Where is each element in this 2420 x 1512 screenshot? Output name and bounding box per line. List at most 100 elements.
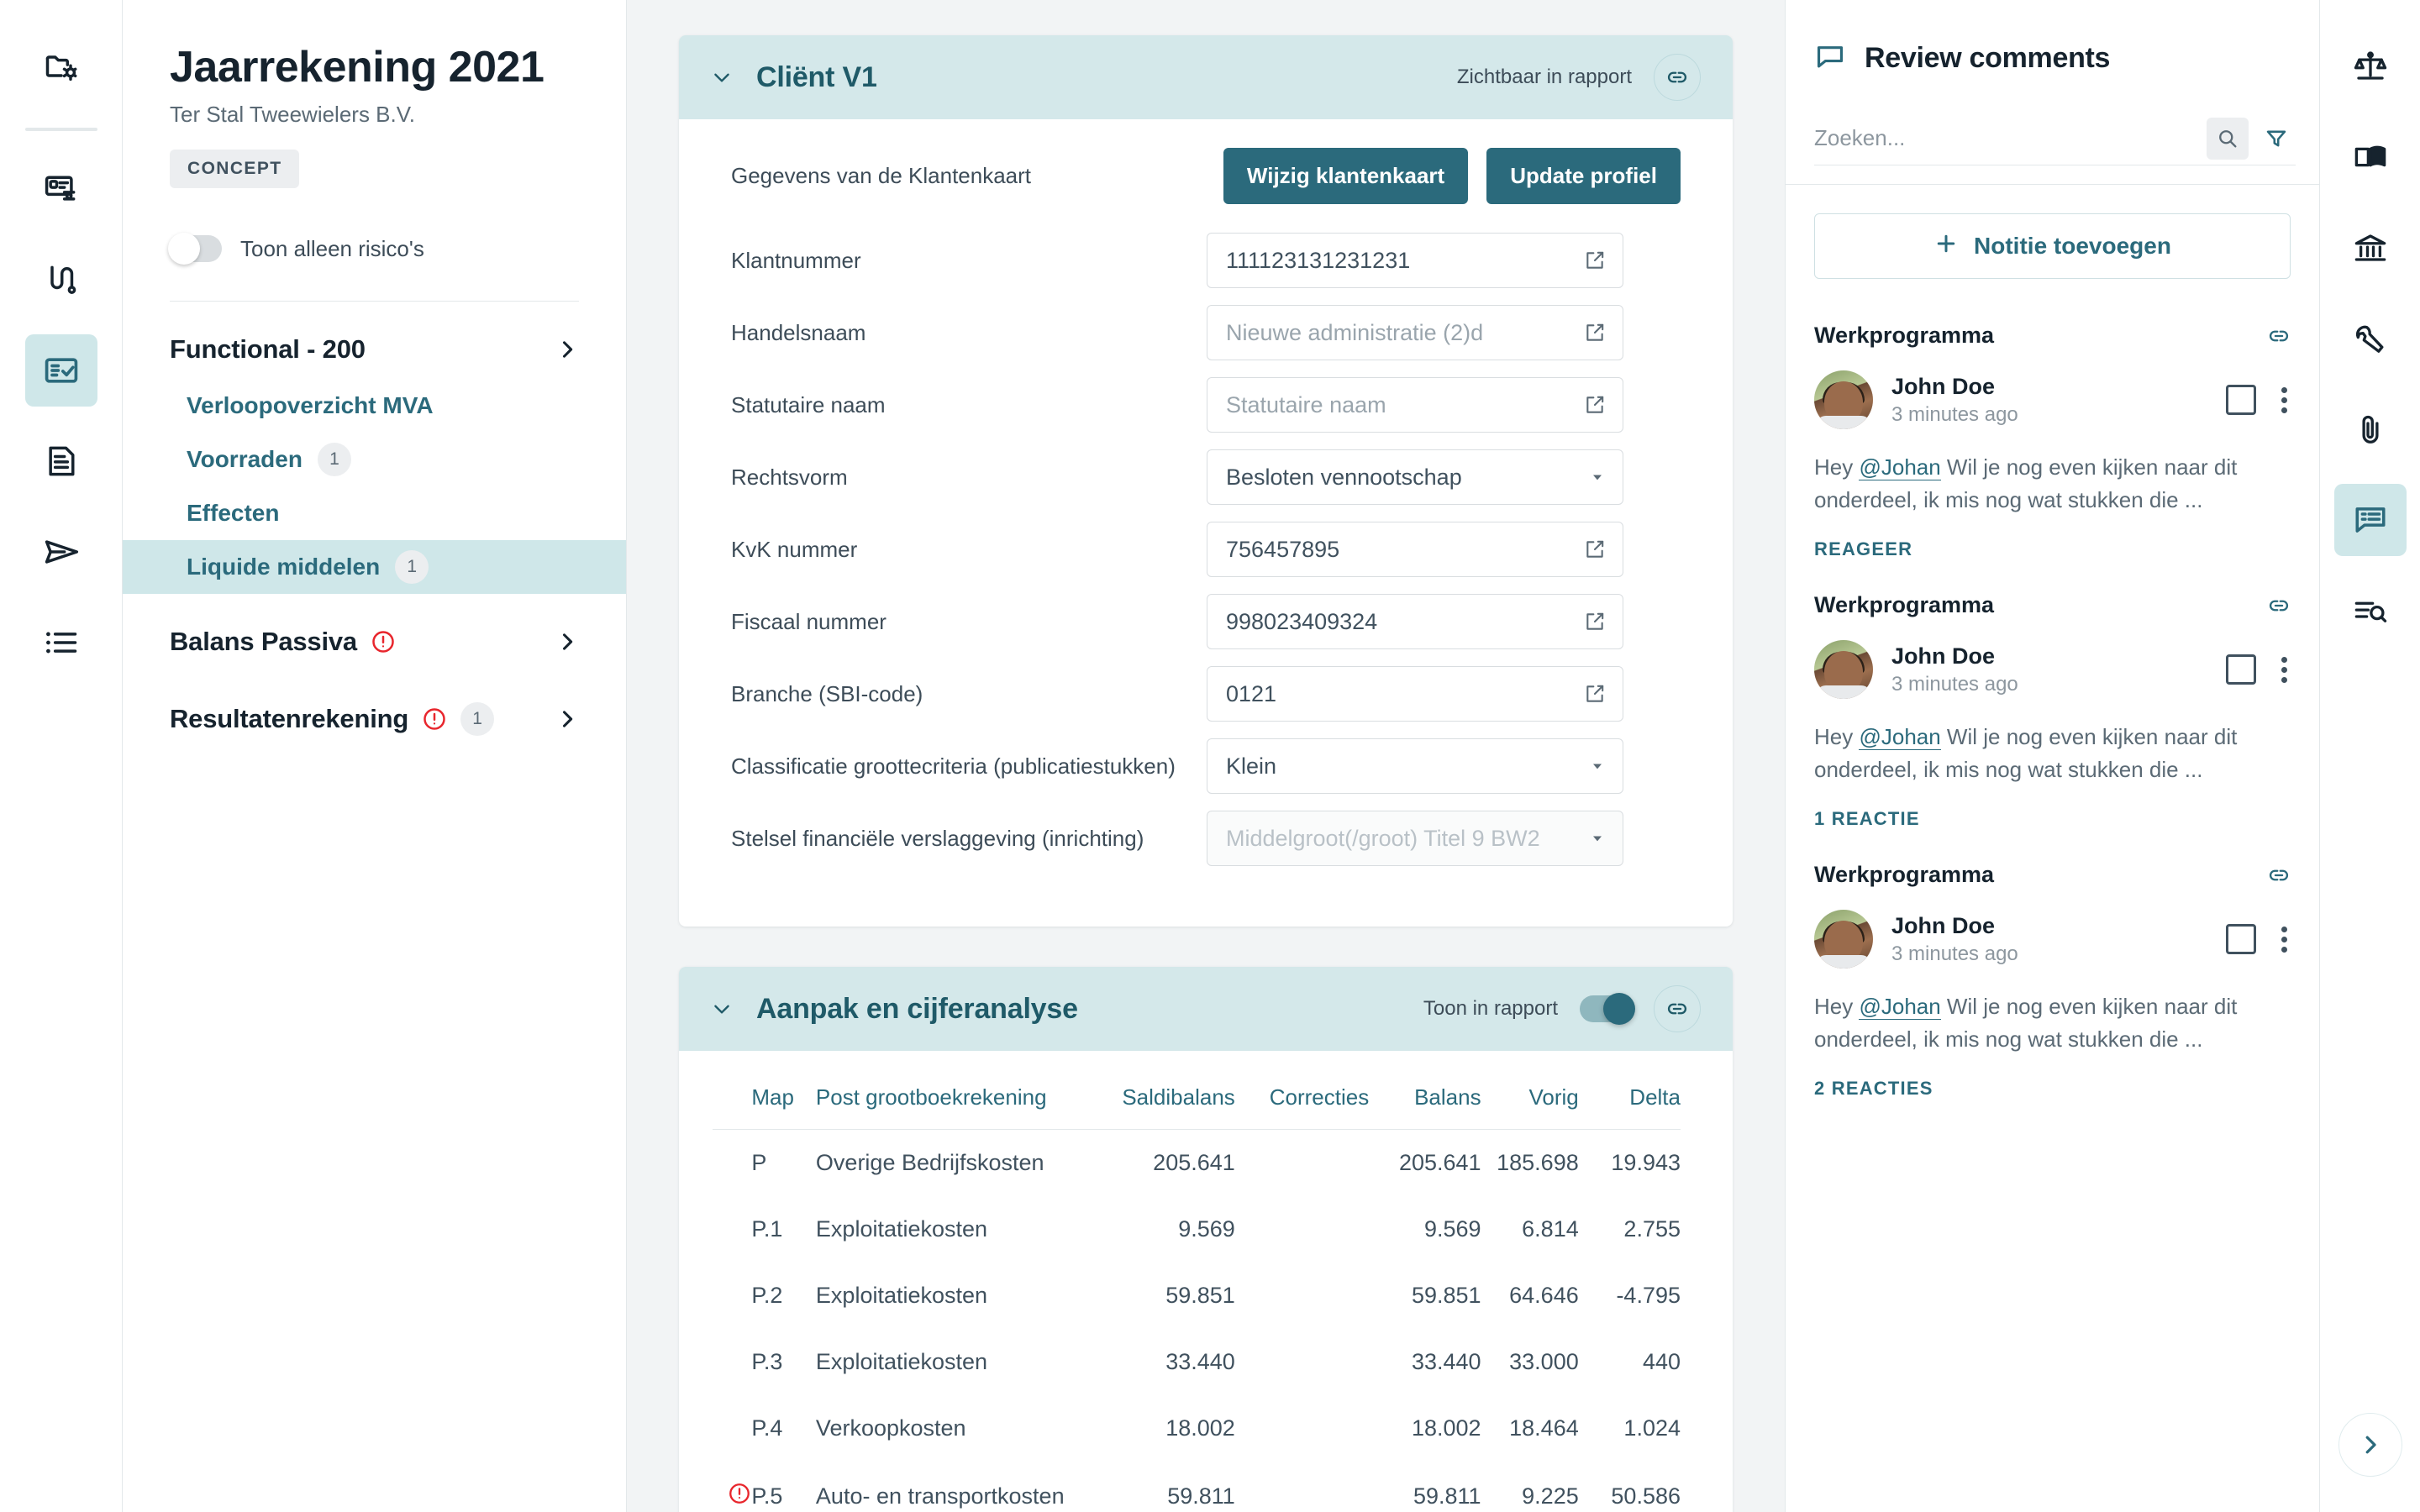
route-path-icon[interactable] [25,244,97,316]
comment-list-icon[interactable] [2333,484,2407,556]
sidebar-group-functional[interactable]: Functional - 200 [123,320,626,379]
link-icon[interactable] [1654,985,1701,1032]
text-field[interactable]: 756457895 [1207,522,1623,577]
edit-klantenkaart-button[interactable]: Wijzig klantenkaart [1223,148,1469,204]
more-options-icon[interactable] [2278,654,2291,686]
text-field[interactable]: Statutaire naam [1207,377,1623,433]
chevron-down-icon[interactable] [711,66,733,88]
table-cell-correcties [1235,1263,1369,1329]
table-row[interactable]: P.4 Verkoopkosten 18.002 18.002 18.464 1.024 [713,1395,1681,1462]
comment-footer-action[interactable]: REAGEER [1814,538,2291,560]
more-options-icon[interactable] [2278,923,2291,956]
id-card-link-icon[interactable] [25,153,97,225]
comment-body: Hey @Johan Wil je nog even kijken naar d… [1814,990,2291,1056]
filter-icon[interactable] [2257,119,2296,158]
risk-toggle-row: Toon alleen risico's [168,233,579,265]
field-row: Fiscaal nummer 998023409324 [731,594,1681,649]
comment-resolve-checkbox[interactable] [2226,924,2256,954]
status-badge: CONCEPT [170,150,300,189]
chevron-right-icon [555,630,579,654]
folder-settings-icon[interactable] [25,30,97,102]
row-flag-cell [713,1196,751,1263]
search-list-icon[interactable] [2334,575,2407,647]
table-row[interactable]: P.3 Exploitatiekosten 33.440 33.440 33.000 44… [713,1329,1681,1395]
send-icon[interactable] [25,516,97,588]
table-row[interactable]: P.1 Exploitatiekosten 9.569 9.569 6.814 2.755 [713,1196,1681,1263]
table-row[interactable]: P Overige Bedrijfskosten 205.641 205.641 185… [713,1130,1681,1197]
left-icon-rail [0,0,123,1512]
chevron-down-icon[interactable] [711,998,733,1020]
bank-icon[interactable] [2334,212,2407,284]
table-row[interactable]: P.2 Exploitatiekosten 59.851 59.851 64.646 -4… [713,1263,1681,1329]
chevron-down-icon[interactable] [1589,830,1606,847]
comment-mention[interactable]: @Johan [1859,994,1941,1020]
comment-resolve-checkbox[interactable] [2226,385,2256,415]
text-field[interactable]: 111123131231231 [1207,233,1623,288]
column-header: Delta [1578,1076,1681,1130]
table-cell-vorig: 64.646 [1509,1283,1579,1308]
chevron-down-icon[interactable] [1589,469,1606,486]
table-cell-map: P.1 [751,1216,783,1242]
add-note-button[interactable]: Notitie toevoegen [1814,213,2291,279]
text-field[interactable]: 0121 [1207,666,1623,722]
client-card-header[interactable]: Cliënt V1 Zichtbaar in rapport [679,35,1733,119]
edit-icon[interactable] [1584,538,1606,560]
more-options-icon[interactable] [2278,384,2291,417]
analysis-card-header[interactable]: Aanpak en cijferanalyse Toon in rapport [679,967,1733,1051]
open-book-icon[interactable] [2334,121,2407,193]
chevron-right-icon [555,338,579,361]
edit-icon[interactable] [1584,322,1606,344]
search-input[interactable] [1814,113,2198,163]
edit-icon[interactable] [1584,394,1606,416]
sidebar-group-balans-passiva[interactable]: Balans Passiva [123,612,626,671]
select-field[interactable]: Klein [1207,738,1623,794]
link-icon[interactable] [2267,594,2291,617]
search-icon[interactable] [2207,117,2249,160]
select-field[interactable]: Besloten vennootschap [1207,449,1623,505]
sidebar-item-voorraden[interactable]: Voorraden 1 [123,433,626,486]
link-icon[interactable] [1654,54,1701,101]
panel-collapse-button[interactable] [2338,1413,2402,1477]
comment-mention[interactable]: @Johan [1859,454,1941,480]
checklist-icon[interactable] [24,334,97,407]
show-in-report-toggle[interactable] [1580,993,1635,1025]
select-field[interactable]: Middelgroot(/groot) Titel 9 BW2 [1207,811,1623,866]
table-cell-delta: 1.024 [1623,1415,1681,1441]
field-value: Klein [1226,753,1277,779]
comment-resolve-checkbox[interactable] [2226,654,2256,685]
table-cell-balans: 18.002 [1411,1415,1481,1441]
sidebar-item-verloopoverzicht-mva[interactable]: Verloopoverzicht MVA [123,379,626,433]
document-icon[interactable] [25,425,97,497]
field-label: Klantnummer [731,247,861,273]
table-body: P Overige Bedrijfskosten 205.641 205.641 185… [713,1130,1681,1512]
sidebar-group-resultatenrekening[interactable]: Resultatenrekening 1 [123,690,626,748]
table-row[interactable]: P.5 Auto- en transportkosten 59.811 59.811 9… [713,1462,1681,1512]
client-card-visibility-note: Zichtbaar in rapport [1456,66,1632,88]
sidebar-divider [170,301,579,302]
paperclip-icon[interactable] [2334,393,2407,465]
list-icon[interactable] [25,606,97,679]
scales-icon[interactable] [2334,30,2407,102]
edit-icon[interactable] [1584,249,1606,271]
risk-toggle[interactable] [168,233,222,265]
field-label: Handelsnaam [731,319,866,345]
table-cell-vorig: 185.698 [1497,1150,1579,1175]
link-icon[interactable] [2267,864,2291,887]
edit-icon[interactable] [1584,611,1606,633]
wrench-icon[interactable] [2334,302,2407,375]
comment-footer-action[interactable]: 2 REACTIES [1814,1078,2291,1100]
text-field[interactable]: 998023409324 [1207,594,1623,649]
comment-author-row: John Doe 3 minutes ago [1814,640,2291,699]
comment-mention[interactable]: @Johan [1859,724,1941,750]
sidebar-item-liquide-middelen[interactable]: Liquide middelen 1 [123,540,626,595]
table-cell-vorig: 6.814 [1522,1216,1579,1242]
edit-icon[interactable] [1584,683,1606,705]
sidebar-item-effecten[interactable]: Effecten [123,486,626,540]
link-icon[interactable] [2267,324,2291,348]
table-cell-correcties [1235,1196,1369,1263]
update-profile-button[interactable]: Update profiel [1486,148,1681,204]
text-field[interactable]: Nieuwe administratie (2)d [1207,305,1623,360]
chevron-down-icon[interactable] [1589,758,1606,774]
table-cell-saldibalans: 9.569 [1178,1216,1235,1242]
comment-footer-action[interactable]: 1 REACTIE [1814,808,2291,830]
